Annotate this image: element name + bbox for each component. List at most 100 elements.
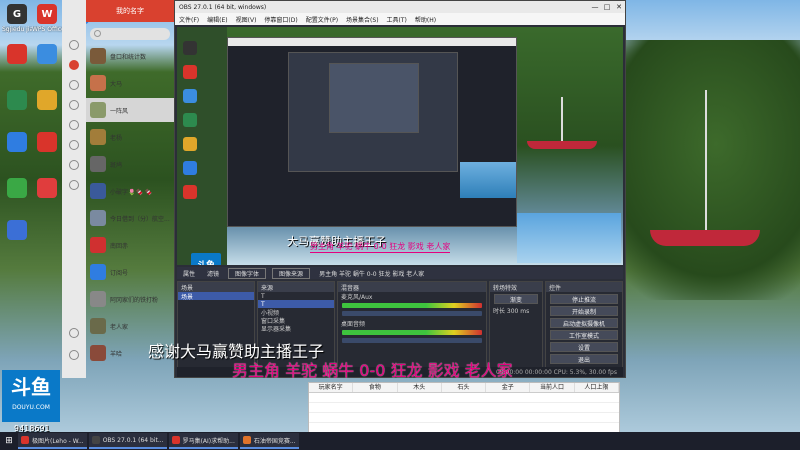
app-icon — [7, 220, 27, 240]
chat-contact-item[interactable]: 盘口和统计数 — [86, 44, 174, 68]
chat-contact-item[interactable]: 老杨 — [86, 125, 174, 149]
chat-contact-item[interactable]: 小破字🌷🍫 🍫 — [86, 179, 174, 203]
avatar — [90, 102, 106, 118]
avatar — [90, 264, 106, 280]
app-icon — [7, 44, 27, 64]
desktop-icon[interactable]: G Sgjiedu jiasu... — [2, 4, 32, 33]
desktop-icon[interactable] — [2, 132, 32, 154]
preview-desktop-icons — [177, 27, 227, 265]
star-icon[interactable] — [69, 140, 79, 150]
taskbar-item[interactable]: 极图片(Leho - W... — [18, 433, 87, 449]
taskbar-item[interactable]: 罗马集(AI)求帮助... — [168, 433, 238, 449]
obs-menu-item[interactable]: 配置文件(P) — [302, 15, 342, 24]
chat-contact-item[interactable]: 大马 — [86, 71, 174, 95]
taskbar-item[interactable]: 石油帝国竞赛... — [239, 433, 299, 449]
chat-contact-item[interactable]: 斑鸠 — [86, 152, 174, 176]
chat-contact-name: 小破字🌷🍫 🍫 — [110, 188, 153, 196]
desktop-icon[interactable] — [32, 44, 62, 66]
transition-duration[interactable]: 时长 300 ms — [490, 306, 542, 315]
obs-menu-item[interactable]: 编辑(E) — [203, 15, 231, 24]
app-icon: G — [7, 4, 27, 24]
obs-toolbar-tab[interactable]: 属性 — [177, 269, 201, 278]
obs-title-bar: OBS 27.0.1 (64 bit, windows) — □ ✕ — [175, 1, 625, 13]
desktop-icon[interactable] — [2, 90, 32, 112]
avatar — [90, 183, 106, 199]
chat-contact-item[interactable]: 南回赤 — [86, 233, 174, 257]
desktop-icon[interactable] — [32, 132, 62, 154]
mixer-volume-slider[interactable] — [342, 311, 482, 316]
message-icon[interactable] — [69, 60, 79, 70]
menu-icon[interactable] — [69, 350, 79, 360]
taskbar-item-label: 石油帝国竞赛... — [253, 437, 296, 445]
chat-contact-item[interactable]: 一阵风 — [86, 98, 174, 122]
table-column-header[interactable]: 人口上限 — [575, 383, 619, 392]
taskbar: ⊞ 极图片(Leho - W... OBS 27.0.1 (64 bit... 罗马… — [0, 432, 800, 450]
nested-title-bar — [228, 38, 516, 46]
obs-toolbar-tab[interactable]: 图像来源 — [272, 267, 311, 279]
control-button[interactable]: 退出 — [550, 354, 618, 364]
minimize-icon[interactable]: — — [589, 3, 601, 11]
scene-item[interactable]: 场景 — [178, 292, 254, 301]
control-button[interactable]: 启动虚拟摄像机 — [550, 318, 618, 328]
mixer-volume-slider[interactable] — [342, 338, 482, 343]
desktop-icon[interactable] — [32, 178, 62, 200]
apps-icon[interactable] — [69, 180, 79, 190]
source-item[interactable]: T — [258, 292, 334, 300]
chat-contact-name: 斑鸠 — [110, 161, 123, 169]
space-icon[interactable] — [69, 100, 79, 110]
desktop-icon[interactable] — [32, 90, 62, 112]
table-column-header[interactable]: 石头 — [442, 383, 487, 392]
douyu-logo-preview: 斗鱼 — [191, 253, 221, 265]
desktop-icon[interactable]: W WPS Office — [32, 4, 62, 33]
boat-mast — [561, 97, 563, 143]
chat-contact-item[interactable]: 阿冈家们的铁打粉 — [86, 287, 174, 311]
chat-contact-item[interactable]: 今日借到（分）航空... — [86, 206, 174, 230]
table-column-header[interactable]: 当前人口 — [530, 383, 575, 392]
transition-dock-title: 转场特效 — [490, 282, 542, 292]
table-column-header[interactable]: 木头 — [398, 383, 442, 392]
windows-start-icon[interactable]: ⊞ — [0, 432, 18, 450]
obs-menu-item[interactable]: 工具(T) — [383, 15, 411, 24]
obs-toolbar-tab[interactable]: 图像字体 — [228, 267, 267, 279]
avatar — [90, 210, 106, 226]
obs-toolbar-tab[interactable]: 滤镜 — [201, 269, 225, 278]
chat-contact-name: 阿冈家们的铁打粉 — [110, 296, 159, 304]
table-column-header[interactable]: 金子 — [486, 383, 531, 392]
obs-menu-item[interactable]: 帮助(H) — [411, 15, 440, 24]
chat-contact-name: 盘口和统计数 — [110, 53, 147, 61]
table-column-header[interactable]: 玩家名字 — [309, 383, 354, 392]
table-column-header[interactable]: 食物 — [353, 383, 398, 392]
control-button[interactable]: 工作室模式 — [550, 330, 618, 340]
control-button[interactable]: 设置 — [550, 342, 618, 352]
mini-app-icon — [183, 65, 197, 79]
taskbar-item[interactable]: OBS 27.0.1 (64 bit... — [88, 433, 167, 449]
chat-search-input[interactable] — [90, 28, 170, 40]
desktop-icon[interactable] — [2, 220, 32, 242]
gear-icon[interactable] — [69, 160, 79, 170]
close-icon[interactable]: ✕ — [613, 3, 625, 11]
transition-select[interactable]: 渐变 — [494, 294, 538, 304]
contacts-icon[interactable] — [69, 80, 79, 90]
obs-menu-item[interactable]: 停靠窗口(D) — [260, 15, 301, 24]
obs-preview-canvas[interactable]: 斗鱼 大马赢赞助主播王子 男主角 羊驼 蜗牛 0-0 狂龙 影戏 老人家 — [177, 27, 623, 265]
phone-icon[interactable] — [69, 328, 79, 338]
source-item[interactable]: 显示器采集 — [258, 324, 334, 333]
mini-app-icon — [183, 137, 197, 151]
chat-contact-name: 一阵风 — [110, 107, 129, 115]
obs-toolbar-tab[interactable]: 男主角 羊驼 蜗牛 0-0 狂龙 影戏 老人家 — [313, 269, 430, 278]
obs-menu-item[interactable]: 文件(F) — [175, 15, 203, 24]
chat-list-panel: 我的名字 盘口和统计数大马一阵风老杨斑鸠小破字🌷🍫 🍫 今日借到（分）航空... 南… — [86, 0, 174, 378]
chat-title[interactable]: 我的名字 — [86, 0, 174, 22]
chat-contact-item[interactable]: 订阅号 — [86, 260, 174, 284]
chat-contact-item[interactable]: 老人家 — [86, 314, 174, 338]
obs-menu-item[interactable]: 场景集合(S) — [342, 15, 383, 24]
obs-menu-item[interactable]: 视图(V) — [232, 15, 261, 24]
control-button[interactable]: 开始录制 — [550, 306, 618, 316]
app-icon — [91, 436, 100, 444]
maximize-icon[interactable]: □ — [601, 3, 613, 11]
folder-icon[interactable] — [69, 120, 79, 130]
control-button[interactable]: 停止推流 — [550, 294, 618, 304]
avatar-icon[interactable] — [69, 40, 79, 50]
desktop-icon[interactable] — [2, 178, 32, 200]
desktop-icon[interactable] — [2, 44, 32, 66]
